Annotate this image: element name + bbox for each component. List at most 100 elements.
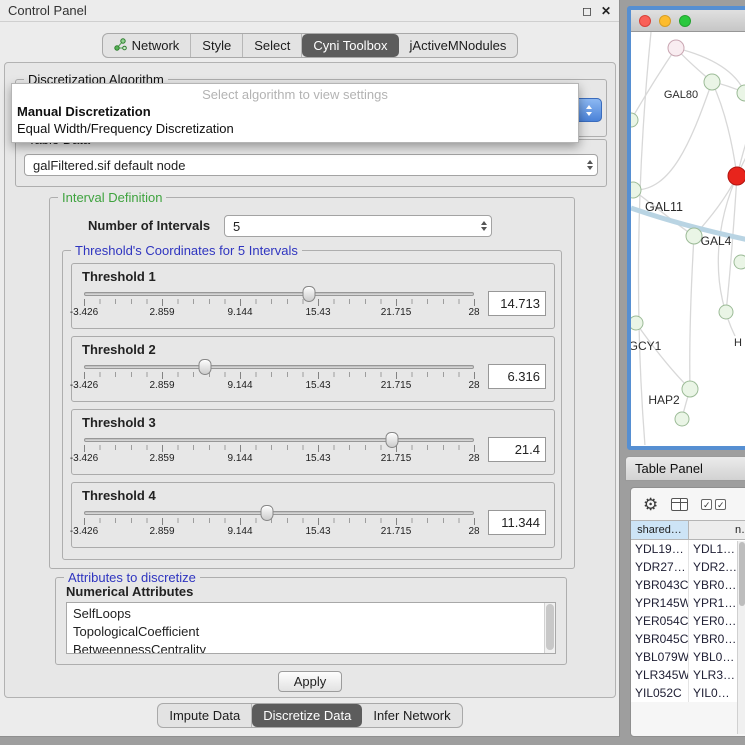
algorithm-option-manual-discretization[interactable]: Manual Discretization [12,103,578,120]
table-row[interactable]: YDL19…YDL1… [631,540,745,558]
threshold-4-slider-thumb[interactable] [261,505,274,521]
close-button[interactable] [639,15,651,27]
table-row[interactable]: YDR27…YDR2… [631,558,745,576]
tab-select[interactable]: Select [243,34,302,57]
network-node-lower[interactable] [675,412,689,426]
tab-cyni-toolbox[interactable]: Cyni Toolbox [302,34,398,57]
list-item-topologicalcoefficient[interactable]: TopologicalCoefficient [73,623,549,641]
tab-label: Impute Data [169,708,240,723]
tab-infer-network[interactable]: Infer Network [362,704,461,727]
tab-style[interactable]: Style [191,34,243,57]
threshold-4-slider[interactable]: -3.4262.8599.14415.4321.71528 [84,504,474,540]
table-row[interactable]: YLR345WYLR3… [631,666,745,684]
threshold-3-value-field[interactable]: 21.4 [488,437,546,462]
network-node-gal4[interactable] [686,228,702,244]
interval-definition-group: Interval Definition Number of Intervals … [49,197,575,569]
apply-button[interactable]: Apply [278,671,342,692]
tab-label: jActiveMNodules [410,38,507,53]
network-node-right-top[interactable] [737,85,745,101]
table-cell[interactable]: YLR345W [631,666,689,684]
table-cell[interactable]: YPR145W [631,594,689,612]
table-row[interactable]: YBR045CYBR0… [631,630,745,648]
window-title: Control Panel [8,3,87,18]
table-row[interactable]: YBR043CYBR0… [631,576,745,594]
network-node-hap2[interactable] [682,381,698,397]
close-icon[interactable]: ✕ [601,4,611,18]
gear-icon[interactable]: ⚙ [643,496,658,513]
table-data-combobox[interactable]: galFiltered.sif default node [24,154,598,176]
slider-minor-ticks [84,518,474,523]
node-label-h: H [734,337,742,349]
table-cell[interactable]: YBR043C [631,576,689,594]
number-of-intervals-combobox[interactable]: 5 [224,215,492,237]
tick-mark [240,372,241,379]
network-node-top-pink[interactable] [668,40,684,56]
table-row[interactable]: YBL079WYBL0… [631,648,745,666]
tab-label: Infer Network [373,708,450,723]
threshold-3-slider-thumb[interactable] [386,432,399,448]
combobox-stepper-icon[interactable] [576,98,602,122]
thresholds-group: Threshold's Coordinates for 5 Intervals … [62,250,562,560]
select-rows-checkbox-icon[interactable]: ✓ [715,499,726,510]
tab-discretize-data[interactable]: Discretize Data [252,704,362,727]
network-edge [690,236,694,389]
threshold-1-value-field[interactable]: 14.713 [488,291,546,316]
algorithm-option-equal-width-frequency-discretization[interactable]: Equal Width/Frequency Discretization [12,120,578,137]
tick-label: 9.144 [227,307,252,318]
tick-label: 21.715 [381,307,412,318]
table-cell[interactable]: YDL19… [631,540,689,558]
attributes-scrollbar[interactable] [544,603,555,653]
table-cell[interactable]: YBL079W [631,648,689,666]
tab-impute-data[interactable]: Impute Data [158,704,252,727]
threshold-1-slider[interactable]: -3.4262.8599.14415.4321.71528 [84,285,474,321]
threshold-2-value-field[interactable]: 6.316 [488,364,546,389]
threshold-box-1: Threshold 1-3.4262.8599.14415.4321.71528… [71,263,555,329]
columns-icon[interactable] [671,498,688,511]
tick-label: 2.859 [149,526,174,537]
table-cell[interactable]: YER054C [631,612,689,630]
table-panel-window: ⚙ ✓ ✓ shared…n… YDL19…YDL1…YDR27…YDR2…YB… [630,487,745,737]
table-row[interactable]: YIL052CYIL0… [631,684,745,702]
network-node-h-node[interactable] [719,305,733,319]
stepper-arrows-icon[interactable] [587,160,593,170]
table-panel-title: Table Panel [635,461,703,476]
minimize-button[interactable] [659,15,671,27]
tab-jactivemnodules[interactable]: jActiveMNodules [399,34,518,57]
attributes-group-title: Attributes to discretize [64,570,200,585]
float-window-icon[interactable]: ◻ [582,4,592,18]
network-node-right-mid[interactable] [734,255,745,269]
table-cell[interactable]: YIL052C [631,684,689,702]
top-tab-bar: NetworkStyleSelect Cyni Toolbox jActiveMNo… [0,33,620,58]
list-item-betweennesscentrality[interactable]: BetweennessCentrality [73,641,549,654]
tab-label: Cyni Toolbox [313,38,387,53]
network-canvas[interactable]: GAL80GAL11GAL4GCY1HAP2H [631,32,745,445]
table-cell[interactable]: YBR045C [631,630,689,648]
stepper-arrows-icon[interactable] [481,221,487,231]
network-node-gal80[interactable] [704,74,720,90]
column-header-2[interactable]: n… [689,521,745,539]
table-scrollbar[interactable] [737,541,745,734]
threshold-1-slider-thumb[interactable] [303,286,316,302]
network-node-selected-red[interactable] [728,167,745,185]
network-window-titlebar[interactable] [631,10,745,32]
scrollbar-thumb[interactable] [739,542,745,606]
table-row[interactable]: YER054CYER0… [631,612,745,630]
table-cell[interactable]: YDR27… [631,558,689,576]
tab-network[interactable]: Network [103,34,192,57]
threshold-2-slider-thumb[interactable] [198,359,211,375]
scrollbar-thumb[interactable] [546,604,554,650]
table-data-combobox-value: galFiltered.sif default node [33,158,185,173]
list-item-selfloops[interactable]: SelfLoops [73,605,549,623]
table-panel-titlebar[interactable]: Table Panel [625,456,745,481]
threshold-2-slider[interactable]: -3.4262.8599.14415.4321.71528 [84,358,474,394]
network-node-gcy1[interactable] [631,316,643,330]
network-node-left-edge[interactable] [631,113,638,127]
tick-label: 28 [468,380,479,391]
attribute-items: SelfLoopsTopologicalCoefficientBetweenne… [67,603,555,654]
select-all-checkbox-icon[interactable]: ✓ [701,499,712,510]
column-header-1[interactable]: shared… [631,521,689,539]
threshold-4-value-field[interactable]: 11.344 [488,510,546,535]
zoom-button[interactable] [679,15,691,27]
table-row[interactable]: YPR145WYPR1… [631,594,745,612]
threshold-3-slider[interactable]: -3.4262.8599.14415.4321.71528 [84,431,474,467]
